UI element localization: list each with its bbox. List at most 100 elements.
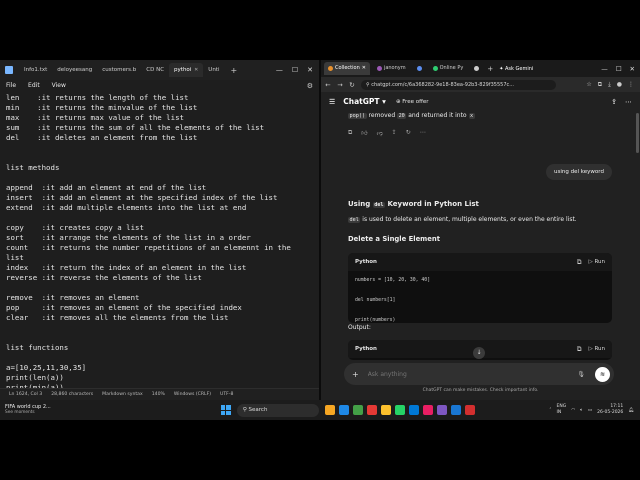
- news-widget[interactable]: FIFA world cup 2... See moments: [5, 404, 51, 416]
- more-icon[interactable]: ⋯: [420, 129, 426, 137]
- browser-tab-active[interactable]: Collection ✕: [324, 62, 370, 75]
- chevron-up-icon[interactable]: ˄: [549, 408, 551, 413]
- reload-icon[interactable]: ↻: [347, 81, 357, 89]
- back-icon[interactable]: ←: [323, 81, 333, 89]
- text-line: [6, 173, 309, 183]
- gear-icon[interactable]: ⚙: [307, 82, 313, 90]
- voice-mode-icon[interactable]: ≋: [595, 366, 610, 382]
- run-button[interactable]: ▷ Run: [588, 346, 605, 352]
- response-actions: ⧉ 👍︎ 👎︎ ⇪ ↻ ⋯: [348, 129, 426, 137]
- text-line: del :it deletes an element from the list: [6, 133, 198, 142]
- download-icon[interactable]: ⤓: [608, 81, 611, 89]
- thumbs-up-icon[interactable]: 👍︎: [361, 129, 367, 137]
- run-label: Run: [594, 259, 605, 265]
- volume-icon[interactable]: 🔈︎: [580, 407, 583, 413]
- star-icon[interactable]: ☆: [586, 81, 591, 89]
- regenerate-icon[interactable]: ↻: [406, 129, 411, 137]
- model-selector[interactable]: ChatGPT ▾: [343, 97, 386, 106]
- text-line: [6, 333, 309, 343]
- more-menu-icon[interactable]: ⋮: [628, 81, 634, 89]
- markdown-toggle[interactable]: Markdown syntax: [102, 392, 143, 397]
- taskbar-app-icon[interactable]: [422, 405, 433, 415]
- more-icon[interactable]: ⋯: [625, 98, 632, 106]
- taskbar-app-icon[interactable]: [366, 405, 377, 415]
- tab-label: pythoi: [174, 67, 192, 73]
- browser-tab[interactable]: [413, 62, 426, 75]
- taskbar-app-icon[interactable]: [408, 405, 419, 415]
- minimize-icon[interactable]: —: [601, 65, 608, 73]
- new-tab-icon[interactable]: +: [231, 66, 238, 75]
- encoding: UTF-8: [220, 392, 234, 397]
- desktop: Info1.txt deloyeesang customers.b CD NC …: [0, 60, 640, 420]
- browser-tab-bar: Collection ✕ janonym Online Py + ✦ Ask G…: [321, 60, 640, 77]
- ask-gemini-button[interactable]: ✦ Ask Gemini: [499, 66, 533, 72]
- taskbar-app-icon[interactable]: [464, 405, 475, 415]
- copy-icon[interactable]: ⧉: [348, 129, 352, 137]
- close-icon[interactable]: ✕: [194, 67, 198, 73]
- run-label: Run: [594, 346, 605, 352]
- text-line: print(len(a)): [6, 373, 64, 382]
- tab-label: CD NC: [146, 67, 165, 73]
- taskbar-app-icon[interactable]: [338, 405, 349, 415]
- notepad-tab[interactable]: deloyeesang: [52, 63, 97, 77]
- forward-icon[interactable]: →: [335, 81, 345, 89]
- new-tab-icon[interactable]: +: [487, 65, 493, 73]
- taskbar-app-icon[interactable]: [394, 405, 405, 415]
- share-icon[interactable]: ⇪: [392, 129, 397, 137]
- notepad-window: Info1.txt deloyeesang customers.b CD NC …: [0, 60, 319, 400]
- notepad-text-area[interactable]: len :it returns the length of the list mi…: [6, 93, 309, 388]
- text-line: [6, 143, 309, 153]
- notepad-tab[interactable]: CD NC: [141, 63, 169, 77]
- taskbar-app-icon[interactable]: [436, 405, 447, 415]
- close-window-icon[interactable]: ✕: [307, 66, 313, 74]
- clock[interactable]: 17:11 26-05-2026: [597, 404, 623, 416]
- extensions-icon[interactable]: ⧉: [598, 81, 602, 89]
- attach-icon[interactable]: +: [352, 370, 359, 379]
- windows-start-icon[interactable]: [220, 405, 231, 415]
- close-icon[interactable]: ✕: [362, 62, 366, 75]
- free-offer-button[interactable]: ⊕ Free offer: [396, 99, 429, 105]
- chat-title: ChatGPT: [343, 97, 380, 106]
- thumbs-down-icon[interactable]: 👎︎: [377, 129, 383, 137]
- notepad-tab[interactable]: Unti: [203, 63, 224, 77]
- chat-input[interactable]: [367, 370, 558, 378]
- browser-tab[interactable]: [470, 62, 483, 75]
- maximize-icon[interactable]: ☐: [616, 65, 622, 73]
- menu-edit[interactable]: Edit: [28, 82, 40, 89]
- taskbar-app-icon[interactable]: [380, 405, 391, 415]
- sidebar-toggle-icon[interactable]: ☰: [329, 98, 335, 106]
- battery-icon[interactable]: ▭: [588, 408, 592, 413]
- character-count: 28,860 characters: [51, 392, 94, 397]
- minimize-icon[interactable]: —: [276, 66, 283, 74]
- text-line: [6, 323, 309, 333]
- notepad-tab-active[interactable]: pythoi ✕: [169, 63, 204, 77]
- menu-view[interactable]: View: [52, 82, 66, 89]
- scroll-down-icon[interactable]: ↓: [473, 347, 485, 359]
- close-window-icon[interactable]: ✕: [630, 65, 635, 73]
- menu-file[interactable]: File: [6, 82, 16, 89]
- profile-icon[interactable]: ●: [617, 81, 622, 89]
- browser-tab[interactable]: janonym: [373, 62, 410, 75]
- maximize-icon[interactable]: ☐: [292, 66, 298, 74]
- scrollbar[interactable]: [636, 113, 639, 153]
- taskbar-app-icon[interactable]: [324, 405, 335, 415]
- taskbar-search[interactable]: ⚲ Search: [236, 403, 319, 417]
- text-line: remove :it removes an element: [6, 293, 140, 302]
- notification-icon[interactable]: 🔔︎: [628, 408, 634, 413]
- disclaimer: ChatGPT can make mistakes. Check importa…: [422, 388, 539, 393]
- copy-icon[interactable]: ⧉: [577, 345, 582, 354]
- share-icon[interactable]: ⇪: [611, 98, 617, 106]
- notepad-tab[interactable]: customers.b: [97, 63, 141, 77]
- copy-icon[interactable]: ⧉: [577, 258, 582, 267]
- microphone-icon[interactable]: 🎙︎: [577, 371, 585, 378]
- code-content: numbers = [10, 20, 30, 40] del numbers[1]…: [348, 271, 612, 323]
- notepad-tab[interactable]: Info1.txt: [19, 63, 52, 77]
- taskbar-app-icon[interactable]: [450, 405, 461, 415]
- taskbar-app-icon[interactable]: [352, 405, 363, 415]
- language-indicator[interactable]: ENG IN: [557, 404, 567, 416]
- address-bar[interactable]: ⚲ chatgpt.com/c/6a368282-9e18-83ea-92b3-…: [361, 79, 556, 90]
- run-button[interactable]: ▷ Run: [588, 259, 605, 265]
- text-line: count :it returns the number repetitions…: [6, 243, 291, 252]
- wifi-icon[interactable]: ◠: [571, 408, 575, 413]
- browser-tab[interactable]: Online Py: [429, 62, 468, 75]
